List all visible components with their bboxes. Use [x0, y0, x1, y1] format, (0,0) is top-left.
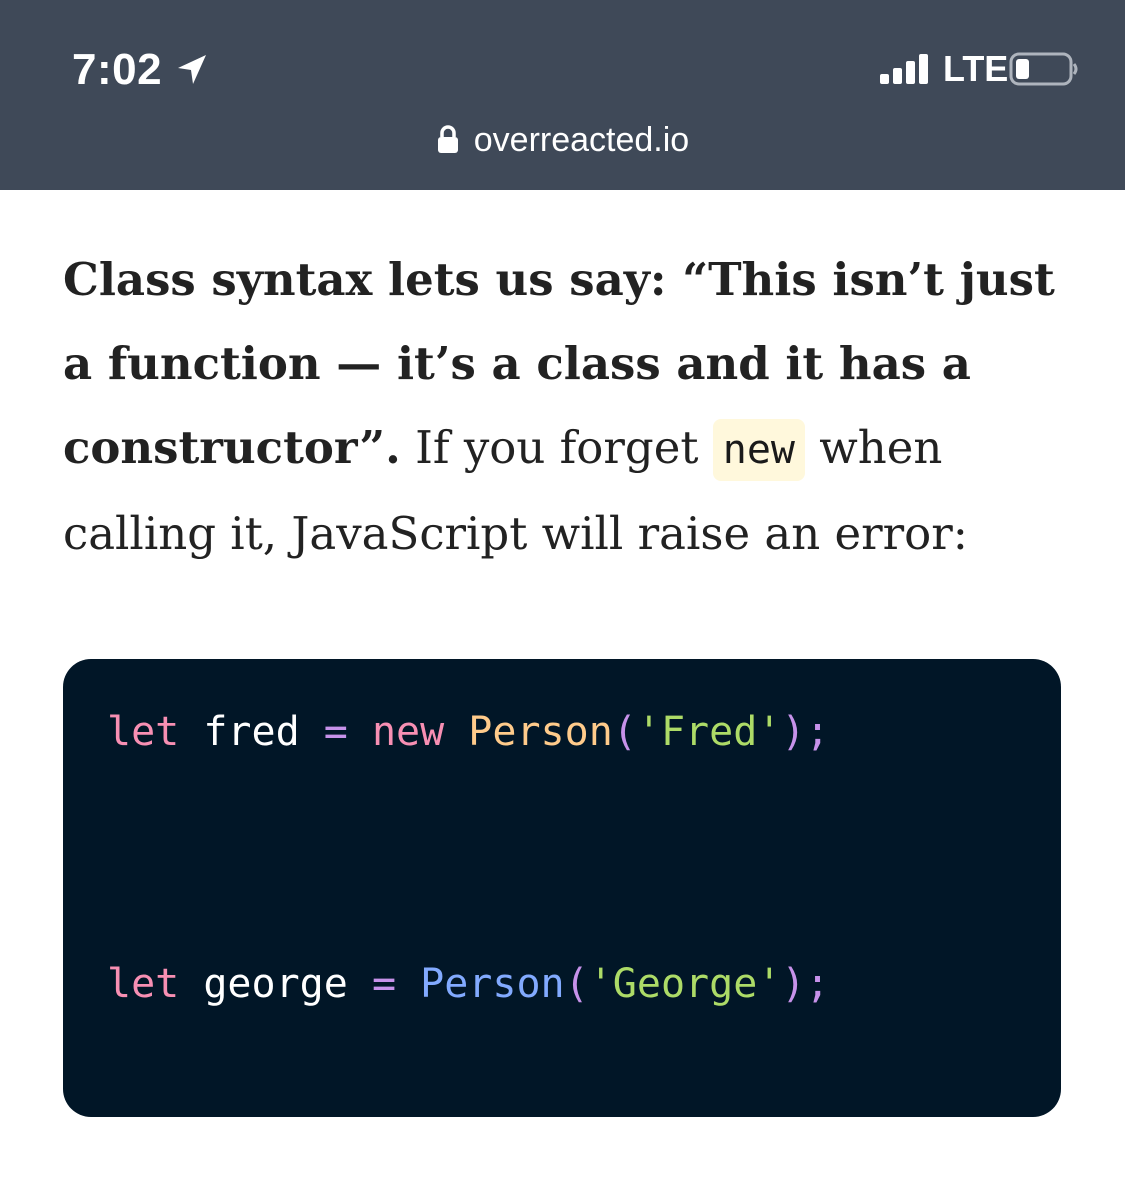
article-paragraph: Class syntax lets us say: “This isn’t ju… — [63, 238, 1073, 576]
code-block: let fred = new Person('Fred'); let georg… — [63, 659, 1061, 1117]
code-line-fred: let fred = new Person('Fred'); — [107, 707, 830, 757]
inline-code-new: new — [712, 419, 805, 481]
code-paren-open: ( — [564, 961, 589, 1007]
code-variable-george: george — [203, 961, 348, 1007]
code-line-george: let george = Person('George'); — [107, 959, 830, 1009]
address-bar[interactable]: overreacted.io — [0, 118, 1125, 162]
code-function-person: Person — [468, 709, 613, 755]
code-paren-close: ) — [781, 961, 806, 1007]
code-semicolon: ; — [805, 709, 830, 755]
code-operator: = — [371, 961, 397, 1007]
article-text-before-code: If you forget — [400, 421, 713, 474]
code-keyword-let: let — [107, 961, 180, 1007]
lock-icon — [437, 125, 458, 153]
status-bar: 7:02 LTE overreacted.io — [0, 0, 1125, 190]
code-function-person: Person — [420, 961, 565, 1007]
code-string-george: 'George' — [588, 961, 782, 1007]
battery-icon — [1009, 52, 1078, 86]
code-operator: = — [323, 709, 348, 755]
code-string-fred: 'Fred' — [636, 709, 782, 755]
code-keyword-let: let — [107, 709, 180, 755]
code-paren-close: ) — [781, 709, 806, 755]
code-variable-fred: fred — [203, 709, 300, 755]
location-arrow-icon — [178, 55, 206, 84]
status-time: 7:02 — [72, 45, 163, 94]
network-type: LTE — [943, 48, 1009, 89]
code-paren-open: ( — [612, 709, 637, 755]
address-url: overreacted.io — [473, 121, 690, 159]
code-keyword-new: new — [371, 709, 445, 755]
cellular-signal-icon — [880, 54, 928, 84]
code-semicolon: ; — [805, 961, 830, 1007]
